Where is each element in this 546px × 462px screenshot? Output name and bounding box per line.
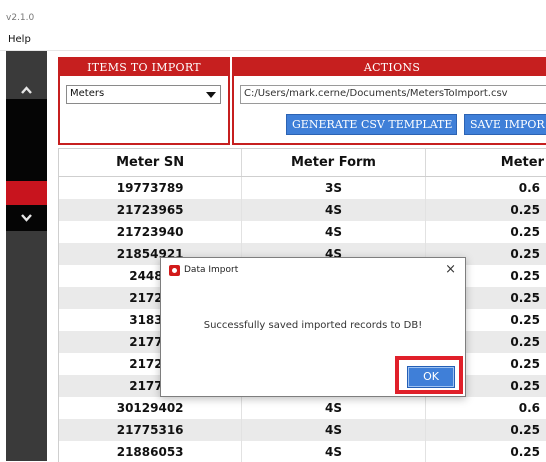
title-bar: v2.1.0 [0,0,546,28]
cell-meter-form: 4S [241,199,426,221]
close-icon[interactable]: × [445,262,456,277]
cell-meter-form: 3S [241,176,426,199]
cell-meter-value: 0.25 [425,441,546,462]
import-type-value: Meters [70,88,105,99]
sidebar-active-item[interactable] [6,181,47,205]
table-row[interactable]: 19773789 3S 0.6 [59,176,546,199]
sidebar [6,51,47,461]
cell-meter-sn: 30129402 [59,397,243,419]
table-row[interactable]: 21775316 4S 0.25 [59,419,546,441]
dialog-message: Successfully saved imported records to D… [203,320,423,331]
items-to-import-panel: ITEMS TO IMPORT Meters [58,57,230,145]
app-icon [169,265,180,276]
items-panel-title: ITEMS TO IMPORT [60,59,228,76]
cell-meter-form: 4S [241,221,426,243]
generate-csv-template-button[interactable]: GENERATE CSV TEMPLATE [286,114,457,135]
cell-meter-form: 4S [241,397,426,419]
column-header-meter-form[interactable]: Meter Form [241,149,426,177]
menu-help[interactable]: Help [8,34,31,45]
cell-meter-value: 0.25 [425,221,546,243]
ok-button[interactable]: OK [407,366,455,388]
chevron-up-icon [21,86,32,94]
sidebar-scroll-up-button[interactable] [6,51,47,99]
file-path-field[interactable]: C:/Users/mark.cerne/Documents/MetersToIm… [240,85,546,104]
version-label: v2.1.0 [6,13,35,23]
data-import-dialog: Data Import × Successfully saved importe… [160,257,466,397]
cell-meter-value: 0.6 [425,397,546,419]
save-import-button[interactable]: SAVE IMPOR [464,114,546,135]
cell-meter-sn: 21723965 [59,199,243,221]
cell-meter-sn: 21886053 [59,441,243,462]
cell-meter-value: 0.25 [425,199,546,221]
cell-meter-form: 4S [241,419,426,441]
dropdown-arrow-icon [206,92,216,98]
actions-panel: ACTIONS C:/Users/mark.cerne/Documents/Me… [232,57,546,145]
cell-meter-sn: 21723940 [59,221,243,243]
chevron-down-icon[interactable] [19,210,34,225]
table-row[interactable]: 21723940 4S 0.25 [59,221,546,243]
table-row[interactable]: 30129402 4S 0.6 [59,397,546,419]
table-row[interactable]: 21723965 4S 0.25 [59,199,546,221]
file-path-text: C:/Users/mark.cerne/Documents/MetersToIm… [244,88,508,99]
cell-meter-sn: 19773789 [59,176,243,199]
menu-bar: Help [0,28,546,51]
cell-meter-value: 0.6 [425,176,546,199]
actions-panel-title: ACTIONS [234,59,546,76]
table-row[interactable]: 21886053 4S 0.25 [59,441,546,462]
cell-meter-form: 4S [241,441,426,462]
import-type-select[interactable]: Meters [66,85,221,104]
dialog-title: Data Import [184,265,239,275]
cell-meter-sn: 21775316 [59,419,243,441]
column-header-meter[interactable]: Meter [425,149,546,177]
column-header-meter-sn[interactable]: Meter SN [59,149,243,177]
table-header-row: Meter SN Meter Form Meter [59,149,546,177]
cell-meter-value: 0.25 [425,419,546,441]
